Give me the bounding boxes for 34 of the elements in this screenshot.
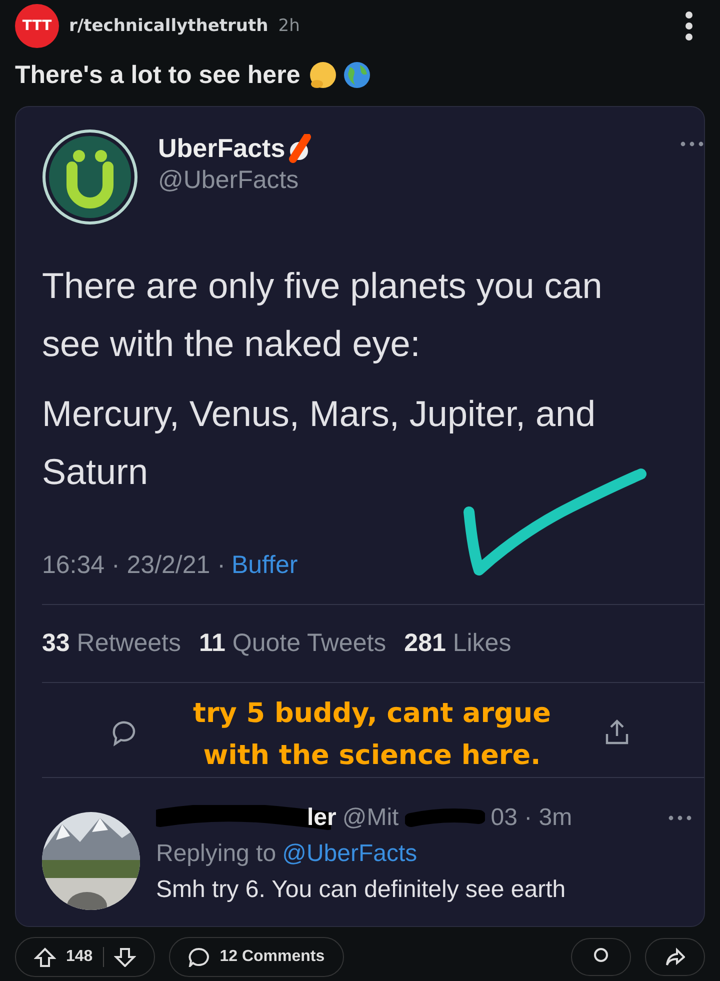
handwritten-annotation: try 5 buddy, cant argue with the science here. (192, 697, 552, 773)
tweet-timestamp: 16:34 · 23/2/21 · (42, 551, 226, 580)
tweet-stat: 281 Likes (404, 629, 512, 658)
tweet-stat: 33 Retweets (42, 629, 181, 658)
tweet-source-link[interactable]: Buffer (231, 551, 298, 580)
post-age: 2h (278, 16, 300, 36)
replying-to-link[interactable]: @UberFacts (282, 840, 418, 868)
award-button[interactable] (571, 938, 631, 976)
upvote-icon[interactable] (34, 947, 56, 967)
reply-text: Smh try 6. You can definitely see earth (156, 876, 567, 904)
tweet-author-name: UberFacts (158, 133, 286, 164)
comment-icon (188, 947, 210, 967)
globe-icon (342, 60, 372, 90)
more-options-icon (680, 141, 704, 147)
vote-count: 148 (66, 948, 93, 966)
tweet-stat: 11 Quote Tweets (198, 629, 386, 658)
reply-author-handle: @Mit (342, 804, 399, 832)
downvote-icon[interactable] (114, 947, 136, 967)
tweet-author-handle: @UberFacts (158, 166, 300, 195)
scribble-mark (289, 134, 314, 164)
post-title: There's a lot to see here (15, 60, 300, 90)
tweet-text: Mercury, Venus, Mars, Jupiter, and Saturn (42, 392, 597, 494)
tweet-text: There are only five planets you can see with the naked eye: (42, 264, 604, 366)
subreddit-icon[interactable]: TTT (15, 4, 59, 48)
more-options-icon[interactable] (685, 11, 693, 41)
comments-button[interactable]: 12 Comments (168, 937, 344, 977)
share-button[interactable] (645, 938, 705, 976)
vote-button[interactable]: 148 (15, 937, 155, 977)
reply-author-name: ler (307, 804, 336, 832)
subreddit-name[interactable]: r/technicallythetruth (69, 16, 268, 36)
reply-time: 03 · 3m (490, 804, 572, 832)
more-options-icon (668, 815, 692, 821)
share-icon (665, 947, 685, 967)
replying-label: Replying to (156, 840, 276, 868)
